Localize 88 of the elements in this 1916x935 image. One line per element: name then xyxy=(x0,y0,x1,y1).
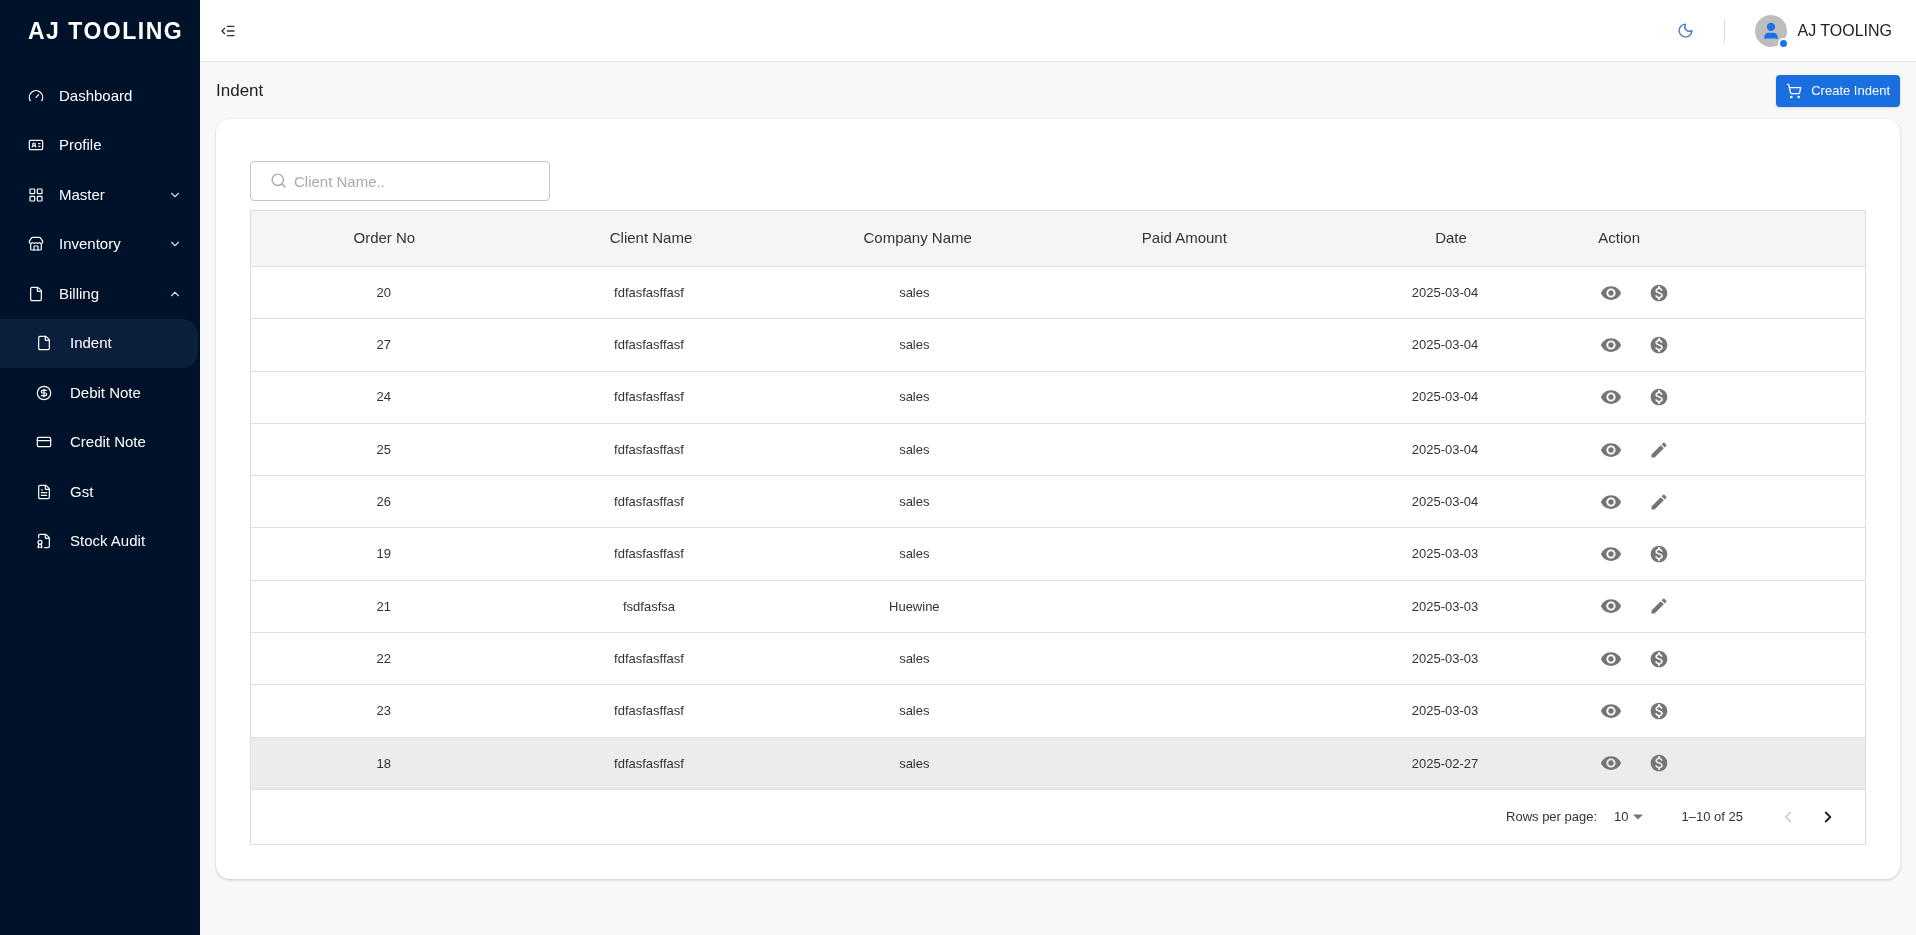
order-number: 27 xyxy=(376,337,391,353)
sidebar-label: Credit Note xyxy=(70,432,147,452)
company-name: sales xyxy=(899,650,930,666)
sidebar-item[interactable]: Inventory xyxy=(0,219,198,269)
brand-logo: AJ TOOLING xyxy=(28,16,184,46)
sidebar-item[interactable]: Credit Note xyxy=(0,417,198,467)
dropdown-arrow-icon xyxy=(1632,813,1643,820)
search-icon xyxy=(270,172,287,189)
sidebar-item[interactable]: Debit Note xyxy=(0,368,198,418)
company-name: sales xyxy=(899,284,930,300)
company-name: sales xyxy=(899,441,930,457)
order-date: 2025-03-04 xyxy=(1411,494,1479,510)
column-header: Paid Amount xyxy=(1140,228,1228,249)
dollar-circle-icon xyxy=(36,384,52,401)
client-name: fdfasfasffasf xyxy=(614,650,684,666)
order-number: 21 xyxy=(376,598,391,614)
client-name: fsdfasfsa xyxy=(622,598,675,614)
sidebar-item[interactable]: Dashboard xyxy=(0,71,198,121)
search-field[interactable]: Client Name.. xyxy=(250,161,550,201)
client-name: fdfasfasffasf xyxy=(614,441,684,457)
column-header: Date xyxy=(1434,228,1468,249)
order-number: 19 xyxy=(376,546,391,562)
order-date: 2025-03-03 xyxy=(1411,650,1479,666)
sidebar-item[interactable]: Billing xyxy=(0,269,198,319)
rows-per-page-label: Rows per page: xyxy=(1506,808,1598,827)
file-icon xyxy=(28,285,44,302)
order-date: 2025-03-03 xyxy=(1411,546,1479,562)
document-badge-icon xyxy=(36,533,52,550)
sidebar-item[interactable]: Profile xyxy=(0,120,198,170)
company-name: sales xyxy=(899,494,930,510)
order-number: 20 xyxy=(376,284,391,300)
company-name: Huewine xyxy=(889,598,940,614)
sidebar-label: Billing xyxy=(59,283,101,304)
order-number: 24 xyxy=(376,389,391,405)
rows-per-page-select[interactable]: 10 xyxy=(1614,807,1643,827)
order-date: 2025-03-03 xyxy=(1411,703,1479,719)
client-name: fdfasfasffasf xyxy=(614,703,684,719)
order-number: 23 xyxy=(376,703,391,719)
company-name: sales xyxy=(899,389,930,405)
sidebar-label: Indent xyxy=(70,333,113,353)
sidebar-label: Gst xyxy=(70,481,95,502)
sidebar-label: Inventory xyxy=(59,234,122,254)
client-name: fdfasfasffasf xyxy=(614,284,684,300)
sidebar-label: Dashboard xyxy=(59,85,134,106)
page-range: 1–10 of 25 xyxy=(1681,808,1743,827)
column-header: Client Name xyxy=(608,228,694,249)
order-date: 2025-03-04 xyxy=(1411,284,1479,300)
client-name: fdfasfasffasf xyxy=(614,337,684,353)
sidebar-item[interactable]: Master xyxy=(0,170,198,220)
order-number: 25 xyxy=(376,441,391,457)
table-row[interactable]: 18 fdfasfasffasf sales 2025-02-27 xyxy=(251,737,1865,790)
store-icon xyxy=(28,236,44,253)
company-name: sales xyxy=(899,703,930,719)
client-name: fdfasfasffasf xyxy=(614,494,684,510)
sidebar-item[interactable]: Stock Audit xyxy=(0,516,198,566)
file-icon xyxy=(36,335,52,352)
moon-icon[interactable] xyxy=(1677,22,1695,39)
client-name: fdfasfasffasf xyxy=(614,755,684,771)
client-name: fdfasfasffasf xyxy=(614,546,684,562)
user-name: AJ TOOLING xyxy=(1797,20,1892,41)
column-header: Company Name xyxy=(862,228,973,249)
gauge-icon xyxy=(28,87,44,104)
sidebar-label: Profile xyxy=(59,135,103,155)
sidebar-label: Stock Audit xyxy=(70,531,147,551)
client-name: fdfasfasffasf xyxy=(614,389,684,405)
sidebar-item[interactable]: Gst xyxy=(0,467,198,517)
page-title: Indent xyxy=(216,80,264,103)
column-header: Order No xyxy=(352,228,417,249)
sidebar-label: Debit Note xyxy=(70,382,142,403)
company-name: sales xyxy=(899,755,930,771)
sidebar-label: Master xyxy=(59,184,106,205)
order-date: 2025-03-03 xyxy=(1411,598,1479,614)
cart-icon xyxy=(1786,83,1803,99)
create-indent-button[interactable]: Create Indent xyxy=(1776,75,1900,107)
order-number: 18 xyxy=(376,755,391,771)
order-date: 2025-03-04 xyxy=(1411,337,1479,353)
company-name: sales xyxy=(899,546,930,562)
order-date: 2025-02-27 xyxy=(1411,755,1479,771)
avatar[interactable] xyxy=(1755,14,1788,47)
document-icon xyxy=(36,483,52,500)
grid-icon xyxy=(28,186,44,203)
order-date: 2025-03-04 xyxy=(1411,389,1479,405)
company-name: sales xyxy=(899,337,930,353)
order-date: 2025-03-04 xyxy=(1411,441,1479,457)
order-number: 26 xyxy=(376,494,391,510)
order-number: 22 xyxy=(376,650,391,666)
column-header: Action xyxy=(1597,228,1642,249)
sidebar-item[interactable]: Indent xyxy=(0,318,198,368)
